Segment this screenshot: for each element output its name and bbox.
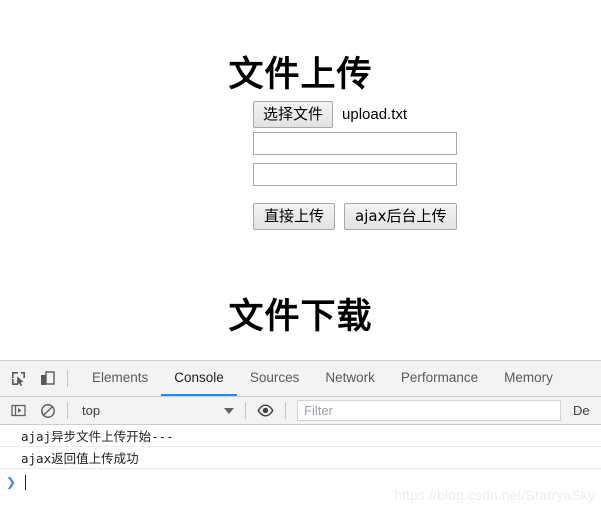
console-toolbar-divider-2 (245, 402, 246, 419)
page-title-upload: 文件上传 (228, 55, 373, 96)
devtools-tab-list: Elements Console Sources Network Perform… (79, 361, 566, 396)
tab-console[interactable]: Console (161, 361, 237, 396)
eye-icon[interactable] (251, 404, 280, 417)
tab-elements[interactable]: Elements (79, 361, 161, 396)
text-input-row-2 (253, 163, 457, 186)
selected-file-name: upload.txt (342, 106, 408, 123)
tab-performance[interactable]: Performance (388, 361, 491, 396)
console-toolbar: top De (0, 397, 601, 425)
tab-sources[interactable]: Sources (237, 361, 313, 396)
console-prompt-caret[interactable] (25, 474, 27, 490)
console-sidebar-icon[interactable] (4, 403, 33, 418)
ajax-upload-button[interactable]: ajax后台上传 (344, 203, 458, 230)
text-input-1[interactable] (253, 132, 457, 155)
inspect-element-icon[interactable] (4, 370, 33, 387)
page-title-download: 文件下载 (228, 297, 373, 338)
console-message-row: ajax返回值上传成功 (0, 447, 601, 469)
log-levels-dropdown[interactable]: De (573, 403, 590, 418)
devtools-tabbar: Elements Console Sources Network Perform… (0, 361, 601, 397)
console-message-text: ajax返回值上传成功 (21, 451, 139, 466)
execution-context-select[interactable]: top (73, 400, 240, 421)
console-log-area[interactable]: ajaj异步文件上传开始--- ajax返回值上传成功 ❯ (0, 425, 601, 495)
console-prompt-row[interactable]: ❯ (0, 469, 601, 495)
filter-input[interactable] (297, 400, 561, 421)
console-message-row: ajaj异步文件上传开始--- (0, 425, 601, 447)
console-toolbar-divider-3 (285, 402, 286, 419)
tab-network[interactable]: Network (312, 361, 388, 396)
console-toolbar-divider-1 (67, 402, 68, 419)
upload-buttons-row: 直接上传 ajax后台上传 (253, 203, 458, 230)
console-message-text: ajaj异步文件上传开始--- (21, 429, 174, 444)
execution-context-value: top (82, 403, 101, 418)
text-input-2[interactable] (253, 163, 457, 186)
devtools-tool-icons (0, 361, 73, 396)
devtools-panel: Elements Console Sources Network Perform… (0, 360, 601, 511)
clear-console-icon[interactable] (33, 403, 62, 419)
console-prompt-arrow-icon: ❯ (6, 475, 17, 489)
direct-upload-button[interactable]: 直接上传 (253, 203, 336, 230)
device-toolbar-icon[interactable] (33, 370, 62, 387)
tab-memory[interactable]: Memory (491, 361, 566, 396)
toolbar-divider (67, 370, 68, 387)
browser-page-viewport: 文件上传 选择文件 upload.txt 直接上传 ajax后台上传 文件下载 (0, 0, 601, 360)
choose-file-button[interactable]: 选择文件 (253, 101, 334, 128)
chevron-down-icon (224, 407, 234, 414)
text-input-row-1 (253, 132, 457, 155)
file-chooser-row: 选择文件 upload.txt (253, 101, 407, 128)
